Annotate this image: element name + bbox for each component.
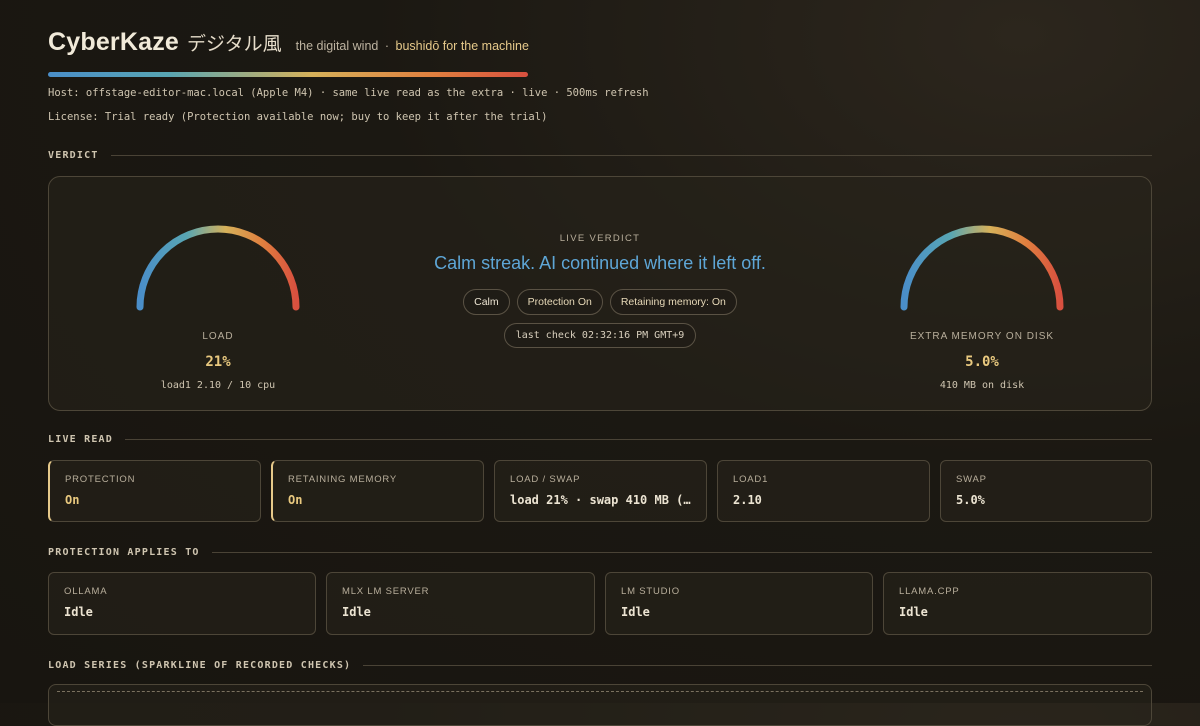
card-label: LLAMA.CPP xyxy=(899,586,960,597)
status-chip-calm: Calm xyxy=(463,289,510,315)
load-gauge-sub: load1 2.10 / 10 cpu xyxy=(160,380,276,391)
disk-gauge-value: 5.0% xyxy=(965,354,999,370)
header: CyberKaze デジタル風 the digital wind · bushi… xyxy=(48,28,529,57)
section-protection-header: PROTECTION APPLIES TO xyxy=(48,547,1152,558)
divider xyxy=(125,439,1152,440)
last-check-badge: last check 02:32:16 PM GMT+9 xyxy=(503,323,697,348)
card-ollama: OLLAMA Idle xyxy=(48,572,316,635)
divider xyxy=(211,552,1152,553)
card-llama-cpp: LLAMA.CPP Idle xyxy=(883,572,1152,635)
verdict-panel: LOAD 21% load1 2.10 / 10 cpu LIVE VERDIC… xyxy=(48,176,1152,411)
card-value: On xyxy=(288,493,303,507)
load-sparkline-panel xyxy=(48,684,1152,726)
card-label: OLLAMA xyxy=(64,586,108,597)
status-chips: Calm Protection On Retaining memory: On xyxy=(349,289,851,315)
card-value: 2.10 xyxy=(733,493,762,507)
section-verdict-title: VERDICT xyxy=(48,150,99,161)
divider xyxy=(363,665,1152,666)
section-load-series-title: LOAD SERIES (SPARKLINE OF RECORDED CHECK… xyxy=(48,660,352,671)
card-lm-studio: LM STUDIO Idle xyxy=(605,572,873,635)
disk-gauge-label: EXTRA MEMORY ON DISK xyxy=(909,331,1055,342)
section-live-read-header: LIVE READ xyxy=(48,434,1152,445)
app-title-jp: デジタル風 xyxy=(187,33,282,55)
tagline: the digital wind · bushidō for the machi… xyxy=(296,39,529,53)
card-label: LOAD / SWAP xyxy=(510,474,581,485)
load-gauge-label: LOAD xyxy=(202,331,234,342)
disk-gauge-arc xyxy=(900,225,1064,311)
load-gauge: LOAD 21% load1 2.10 / 10 cpu xyxy=(128,221,308,391)
tagline-main: the digital wind xyxy=(295,39,379,53)
section-load-series-header: LOAD SERIES (SPARKLINE OF RECORDED CHECK… xyxy=(48,660,1152,671)
card-label: PROTECTION xyxy=(65,474,136,485)
disk-gauge: EXTRA MEMORY ON DISK 5.0% 410 MB on disk xyxy=(892,221,1072,391)
card-value: Idle xyxy=(342,605,371,619)
card-label: RETAINING MEMORY xyxy=(288,474,398,485)
disk-gauge-sub: 410 MB on disk xyxy=(939,380,1025,391)
protection-target-cards: OLLAMA Idle MLX LM SERVER Idle LM STUDIO… xyxy=(48,572,1152,635)
status-chip-memory: Retaining memory: On xyxy=(609,289,737,315)
card-retaining-memory: RETAINING MEMORY On xyxy=(271,460,484,522)
card-label: MLX LM SERVER xyxy=(342,586,430,597)
card-load-swap: LOAD / SWAP load 21% · swap 410 MB (… xyxy=(494,460,707,522)
card-value: 5.0% xyxy=(956,493,985,507)
status-chip-protection: Protection On xyxy=(516,289,603,315)
card-swap: SWAP 5.0% xyxy=(940,460,1152,522)
section-verdict-header: VERDICT xyxy=(48,150,1152,161)
card-protection: PROTECTION On xyxy=(48,460,261,522)
card-value: On xyxy=(65,493,80,507)
verdict-eyebrow: LIVE VERDICT xyxy=(559,233,641,244)
card-value: load 21% · swap 410 MB (… xyxy=(510,493,691,507)
app-title: CyberKaze xyxy=(48,28,180,56)
card-value: Idle xyxy=(899,605,928,619)
card-label: SWAP xyxy=(956,474,987,485)
load-gauge-value: 21% xyxy=(205,354,231,370)
load-gauge-arc xyxy=(136,225,300,311)
divider xyxy=(110,155,1152,156)
card-value: Idle xyxy=(64,605,93,619)
host-info: Host: offstage-editor-mac.local (Apple M… xyxy=(48,87,649,99)
tagline-accent: bushidō for the machine xyxy=(395,39,529,53)
section-protection-title: PROTECTION APPLIES TO xyxy=(48,547,200,558)
card-label: LM STUDIO xyxy=(621,586,680,597)
verdict-center: LIVE VERDICT Calm streak. AI continued w… xyxy=(349,233,851,348)
section-live-read-title: LIVE READ xyxy=(48,434,113,445)
card-label: LOAD1 xyxy=(733,474,769,485)
card-mlx-lm-server: MLX LM SERVER Idle xyxy=(326,572,595,635)
license-info: License: Trial ready (Protection availab… xyxy=(48,111,548,123)
live-read-cards: PROTECTION On RETAINING MEMORY On LOAD /… xyxy=(48,460,1152,522)
verdict-headline: Calm streak. AI continued where it left … xyxy=(434,253,766,273)
card-load1: LOAD1 2.10 xyxy=(717,460,930,522)
sparkline-baseline xyxy=(57,691,1143,692)
tagline-separator: · xyxy=(384,39,390,53)
card-value: Idle xyxy=(621,605,650,619)
brand-gradient-bar xyxy=(48,72,528,77)
